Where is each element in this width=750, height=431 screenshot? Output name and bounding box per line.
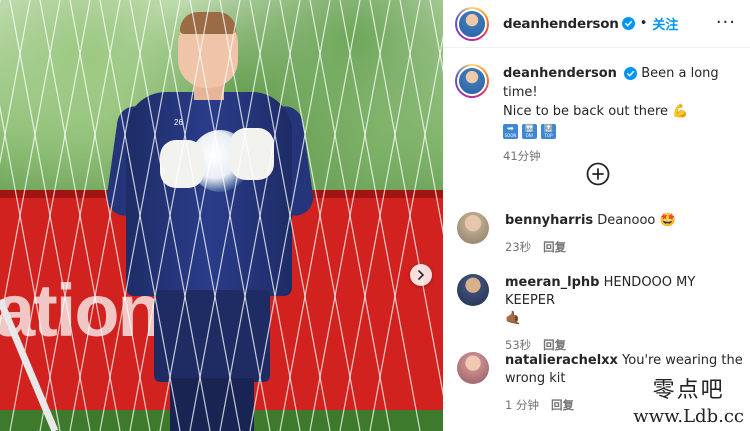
follow-button[interactable]: 关注 (652, 14, 678, 33)
on-arrow-emoji: 🔛 ON! (522, 124, 537, 139)
verified-badge-icon (621, 17, 635, 30)
more-options-icon[interactable]: ··· (716, 12, 736, 33)
post-side-panel: deanhenderson • 关注 ··· deanhenderson Bee… (443, 0, 750, 431)
commenter-avatar[interactable] (457, 274, 489, 306)
caption-avatar[interactable] (455, 64, 489, 98)
reply-button[interactable]: 回复 (551, 396, 574, 414)
comment-time: 23秒 (505, 240, 532, 254)
comment-text: You're wearing the (622, 353, 743, 368)
comment-username[interactable]: natalierachelxx (505, 353, 618, 368)
post-caption: deanhenderson Been a long time! Nice to … (455, 64, 745, 166)
caption-emoji-row: ➡ SOON 🔛 ON! 🔝 TOP (503, 124, 745, 139)
author-avatar[interactable] (455, 6, 489, 41)
comment-emoji: 🤙🏾 (505, 311, 522, 326)
commenter-avatar[interactable] (457, 212, 489, 244)
watermark: 零点吧 www.Ldb.cc (633, 372, 744, 427)
avatar-image (457, 66, 487, 96)
watermark-url: www.Ldb.cc (633, 406, 744, 427)
separator-dot: • (639, 16, 648, 31)
top-arrow-emoji: 🔝 TOP (541, 124, 556, 139)
load-more-comments-button[interactable] (586, 162, 610, 186)
comment-time: 1 分钟 (505, 398, 539, 412)
caption-line-2: Nice to be back out there 💪 (503, 102, 745, 121)
caption-text-2: Nice to be back out there (503, 104, 669, 119)
soon-arrow-emoji: ➡ SOON (503, 124, 518, 139)
caption-timestamp: 41分钟 (503, 149, 541, 163)
comment-username[interactable]: bennyharris (505, 213, 593, 228)
reply-button[interactable]: 回复 (543, 238, 566, 256)
comment-item: bennyharris Deanooo 🤩 23秒 回复 (457, 212, 747, 256)
caption-username[interactable]: deanhenderson (503, 66, 617, 81)
flex-emoji: 💪 (672, 104, 689, 119)
commenter-avatar[interactable] (457, 352, 489, 384)
post-image[interactable]: ation 26 (0, 0, 443, 431)
chevron-right-icon (418, 270, 425, 280)
author-username[interactable]: deanhenderson (503, 16, 619, 32)
post-header: deanhenderson • 关注 ··· (443, 0, 750, 48)
comment-body: bennyharris Deanooo 🤩 23秒 回复 (505, 212, 676, 256)
caption-line-1: deanhenderson Been a long time! (503, 64, 745, 102)
plus-circle-icon (586, 162, 610, 186)
caption-body: deanhenderson Been a long time! Nice to … (503, 64, 745, 166)
comment-body: meeran_lphb HENDOOO MY KEEPER 🤙🏾 53秒 回复 (505, 274, 747, 354)
avatar-image (457, 8, 487, 39)
comment-emoji: 🤩 (659, 213, 676, 228)
comment-item: meeran_lphb HENDOOO MY KEEPER 🤙🏾 53秒 回复 (457, 274, 747, 354)
comment-username[interactable]: meeran_lphb (505, 275, 599, 290)
goal-net (0, 0, 443, 431)
verified-badge-icon (624, 67, 638, 80)
watermark-cn: 零点吧 (652, 378, 725, 403)
next-image-button[interactable] (410, 264, 432, 286)
comment-text: Deanooo (597, 213, 656, 228)
